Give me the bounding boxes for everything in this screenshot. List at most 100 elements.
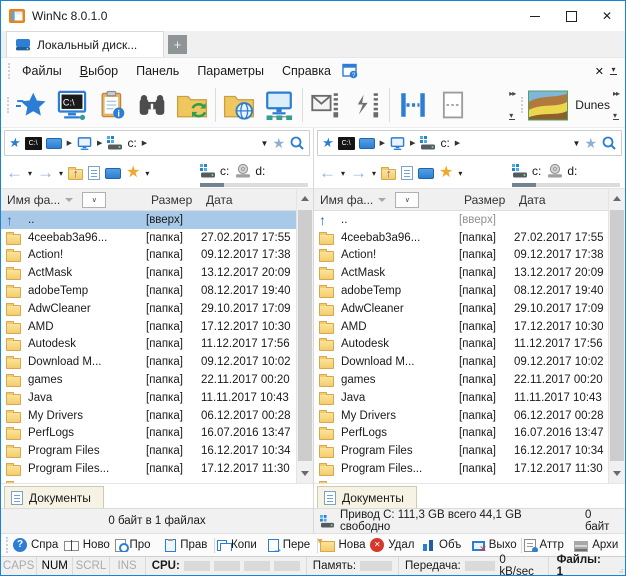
file-row[interactable]: AMD [папка] 17.12.2017 10:30: [1, 318, 296, 336]
file-row[interactable]: games [папка] 22.11.2017 00:20: [314, 371, 608, 389]
close-button[interactable]: [589, 1, 625, 31]
theme-selector[interactable]: Dunes: [528, 90, 610, 121]
desktop-view-icon[interactable]: [105, 167, 122, 179]
drive-c-button[interactable]: c:: [200, 164, 229, 178]
file-row[interactable]: Program Files [папка] 16.12.2017 10:34: [1, 442, 296, 460]
toolbar-overflow-icon[interactable]: ▸▸ ▾: [508, 88, 516, 122]
help-button[interactable]: Спра: [11, 538, 62, 552]
archive-button[interactable]: Архи: [572, 539, 623, 552]
menu-files[interactable]: Файлы: [13, 61, 71, 81]
menu-select[interactable]: Выбор: [71, 61, 127, 81]
documents-tab-button[interactable]: Документы: [317, 486, 417, 508]
forward-history-icon[interactable]: ▾: [372, 169, 376, 178]
back-icon[interactable]: ←: [319, 164, 336, 181]
dos-prompt-button[interactable]: C:\: [52, 85, 92, 125]
scroll-down-icon[interactable]: [609, 464, 625, 483]
favorites-dropdown-icon[interactable]: ▾: [145, 169, 149, 178]
file-row[interactable]: Java [папка] 11.11.2017 10:43: [1, 389, 296, 407]
file-row[interactable]: 4ceebab3a96... [папка] 27.02.2017 17:55: [1, 229, 296, 247]
scroll-up-icon[interactable]: [609, 189, 625, 208]
add-favorite-icon[interactable]: ★: [272, 136, 285, 150]
add-favorite-icon[interactable]: ★: [584, 136, 597, 150]
resize-grip-icon[interactable]: [617, 557, 625, 575]
desktop-crumb-icon[interactable]: [45, 137, 62, 149]
forward-icon[interactable]: →: [37, 164, 54, 181]
zip-quick-button[interactable]: [346, 85, 386, 125]
column-date[interactable]: Дата: [519, 193, 546, 207]
file-row[interactable]: [1, 478, 296, 483]
crumb-arrow-icon[interactable]: ▶: [96, 139, 103, 147]
desktop-crumb-icon[interactable]: [358, 137, 375, 149]
document-view-icon[interactable]: [88, 166, 101, 180]
split-files-button[interactable]: [393, 85, 433, 125]
drive-d-button[interactable]: d:: [547, 164, 577, 178]
scroll-down-icon[interactable]: [297, 464, 313, 483]
file-row[interactable]: [314, 478, 608, 483]
new-folder-button[interactable]: Нова: [318, 539, 369, 552]
favorite-star-icon[interactable]: ★: [321, 135, 335, 150]
back-history-icon[interactable]: ▾: [341, 169, 345, 178]
volume-button[interactable]: Объ: [419, 538, 470, 552]
drive-d-button[interactable]: d:: [235, 164, 265, 178]
crumb-arrow-icon[interactable]: ▶: [379, 139, 386, 147]
file-row[interactable]: Autodesk [папка] 11.12.2017 17:56: [1, 336, 296, 354]
column-size[interactable]: Размер: [464, 193, 505, 207]
move-button[interactable]: Пере: [266, 538, 317, 552]
file-row[interactable]: Action! [папка] 09.12.2017 17:38: [314, 247, 608, 265]
attributes-button[interactable]: Аттр: [522, 538, 573, 552]
file-row[interactable]: Java [папка] 11.11.2017 10:43: [314, 389, 608, 407]
file-row[interactable]: AdwCleaner [папка] 29.10.2017 17:09: [314, 300, 608, 318]
file-row[interactable]: ActMask [папка] 13.12.2017 20:09: [314, 264, 608, 282]
file-row[interactable]: Program Files [папка] 16.12.2017 10:34: [314, 442, 608, 460]
desktop-view-icon[interactable]: [418, 167, 435, 179]
column-combo[interactable]: [395, 191, 420, 208]
empty-file-button[interactable]: [433, 85, 473, 125]
back-icon[interactable]: ←: [6, 164, 23, 181]
forward-icon[interactable]: →: [350, 164, 367, 181]
help-window-icon[interactable]: ?: [342, 62, 359, 79]
crumb-dropdown-icon[interactable]: ▼: [261, 139, 269, 148]
column-name[interactable]: Имя фа...: [7, 193, 60, 207]
file-row[interactable]: adobeTemp [папка] 08.12.2017 19:40: [314, 282, 608, 300]
file-row[interactable]: AMD [папка] 17.12.2017 10:30: [314, 318, 608, 336]
file-row[interactable]: Program Files... [папка] 17.12.2017 11:30: [314, 460, 608, 478]
column-size[interactable]: Размер: [151, 193, 192, 207]
tab-local-disk[interactable]: Локальный диск...: [6, 31, 164, 57]
column-date[interactable]: Дата: [206, 193, 233, 207]
folder-web-button[interactable]: [219, 85, 259, 125]
network-pc-button[interactable]: [259, 85, 299, 125]
file-row[interactable]: Download M... [папка] 09.12.2017 10:02: [1, 353, 296, 371]
file-row[interactable]: Action! [папка] 09.12.2017 17:38: [1, 247, 296, 265]
file-row[interactable]: Autodesk [папка] 11.12.2017 17:56: [314, 336, 608, 354]
file-row[interactable]: games [папка] 22.11.2017 00:20: [1, 371, 296, 389]
file-row[interactable]: ActMask [папка] 13.12.2017 20:09: [1, 264, 296, 282]
dos-crumb-icon[interactable]: C:\: [24, 136, 42, 150]
file-row[interactable]: Program Files... [папка] 17.12.2017 11:30: [1, 460, 296, 478]
favorites-icon[interactable]: ★: [439, 165, 453, 181]
search-binoculars-button[interactable]: [132, 85, 172, 125]
new-tab-button[interactable]: +: [168, 35, 187, 54]
view-button[interactable]: Про: [113, 538, 164, 552]
favorites-star-button[interactable]: [12, 85, 52, 125]
crumb-drive-label[interactable]: c:: [127, 136, 136, 150]
column-combo[interactable]: [82, 191, 107, 208]
exit-button[interactable]: Выхо: [470, 539, 521, 551]
file-row[interactable]: AdwCleaner [папка] 29.10.2017 17:09: [1, 300, 296, 318]
file-row[interactable]: My Drivers [папка] 06.12.2017 00:28: [1, 407, 296, 425]
back-history-icon[interactable]: ▾: [28, 169, 32, 178]
minimize-button[interactable]: [517, 1, 553, 31]
rename-button[interactable]: Ново: [62, 539, 113, 551]
file-row[interactable]: Download M... [папка] 09.12.2017 10:02: [314, 353, 608, 371]
clipboard-info-button[interactable]: i: [92, 85, 132, 125]
file-row[interactable]: PerfLogs [папка] 16.07.2016 13:47: [1, 425, 296, 443]
search-icon[interactable]: [289, 135, 305, 151]
menu-options[interactable]: Параметры: [188, 61, 273, 81]
scrollbar-thumb[interactable]: [298, 210, 312, 461]
folder-sync-button[interactable]: [172, 85, 212, 125]
document-view-icon[interactable]: [401, 166, 414, 180]
crumb-arrow-icon[interactable]: ▶: [409, 139, 416, 147]
file-row[interactable]: ↑.. [вверх]: [314, 211, 608, 229]
file-row[interactable]: ↑.. [вверх]: [1, 211, 296, 229]
crumb-arrow-icon[interactable]: ▶: [141, 139, 148, 147]
maximize-button[interactable]: [553, 1, 589, 31]
